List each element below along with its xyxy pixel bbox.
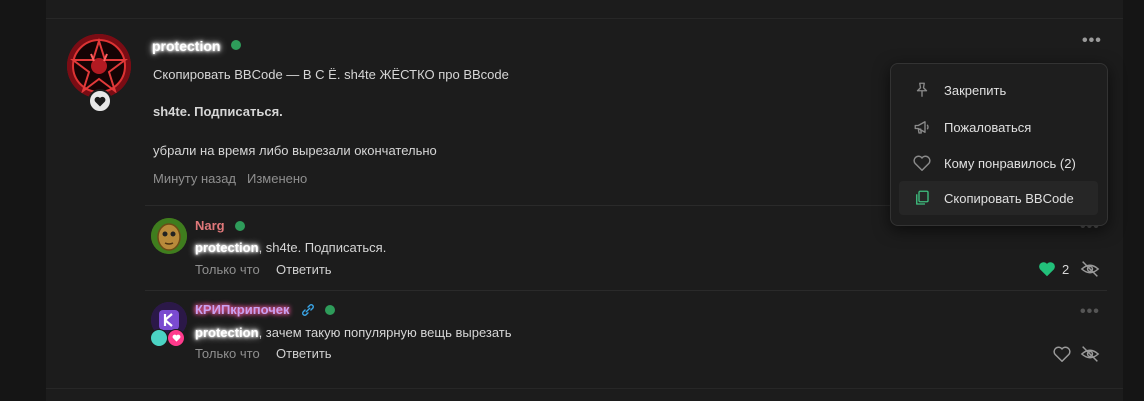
- menu-item-copy-bbcode[interactable]: Скопировать BBCode: [899, 181, 1098, 215]
- menu-item-label: Скопировать BBCode: [944, 190, 1074, 206]
- heart-badge-icon: [88, 89, 112, 113]
- reply-text: protection, зачем такую популярную вещь …: [195, 325, 512, 340]
- reply-author-name[interactable]: КРИПкрипочек: [195, 302, 290, 317]
- like-outline-icon[interactable]: [1053, 346, 1071, 365]
- heart-badge-icon: [167, 329, 185, 347]
- post-timestamp: Минуту назад: [153, 171, 237, 186]
- reply-author-name[interactable]: Narg: [195, 218, 225, 233]
- like-count: 2: [1062, 262, 1070, 277]
- reply-timestamp: Только что: [195, 262, 260, 277]
- reply-timestamp: Только что: [195, 346, 260, 361]
- post-text-line: убрали на время либо вырезали окончатель…: [153, 143, 437, 158]
- reply-text-body: , sh4te. Подписаться.: [258, 240, 387, 255]
- hide-eye-icon[interactable]: [1080, 260, 1100, 281]
- pin-icon: [911, 79, 933, 101]
- mention-link[interactable]: protection: [195, 325, 259, 340]
- reply-text-body: , зачем такую популярную вещь вырезать: [258, 325, 512, 340]
- post-text-line: Скопировать BBCode — В С Ё. sh4te ЖЁСТКО…: [153, 67, 509, 82]
- bottom-divider: [46, 388, 1123, 389]
- menu-item-label: Пожаловаться: [944, 119, 1032, 135]
- reply-divider: [145, 290, 1107, 291]
- more-options-button[interactable]: •••: [1082, 32, 1102, 50]
- menu-item-report[interactable]: Пожаловаться: [899, 110, 1098, 144]
- author-name[interactable]: protection: [152, 38, 220, 54]
- badge-icon: [150, 329, 168, 347]
- online-status-dot: [231, 40, 241, 50]
- online-status-dot: [325, 305, 335, 315]
- reply-more-options-button[interactable]: •••: [1080, 303, 1100, 321]
- reply-button[interactable]: Ответить: [276, 262, 332, 277]
- copy-icon: [911, 187, 933, 209]
- reply-avatar[interactable]: [151, 218, 187, 254]
- megaphone-icon: [911, 116, 933, 138]
- wallnut-avatar-icon: [151, 218, 187, 254]
- edited-label: Изменено: [247, 171, 308, 186]
- heart-outline-icon: [911, 152, 933, 174]
- online-status-dot: [235, 221, 245, 231]
- link-icon: [301, 303, 315, 320]
- hide-eye-icon[interactable]: [1080, 345, 1100, 366]
- menu-item-pin[interactable]: Закрепить: [899, 73, 1098, 107]
- mention-link[interactable]: protection: [195, 240, 259, 255]
- menu-item-label: Кому понравилось (2): [944, 155, 1076, 171]
- top-divider: [46, 18, 1123, 19]
- menu-item-label: Закрепить: [944, 82, 1007, 98]
- menu-item-who-liked[interactable]: Кому понравилось (2): [899, 146, 1098, 180]
- reply-text: protection, sh4te. Подписаться.: [195, 240, 386, 255]
- like-filled-icon[interactable]: [1038, 261, 1056, 280]
- post-text-bold-line: sh4te. Подписаться.: [153, 104, 283, 119]
- reply-button[interactable]: Ответить: [276, 346, 332, 361]
- context-menu: Закрепить Пожаловаться Кому понравилось …: [890, 63, 1108, 226]
